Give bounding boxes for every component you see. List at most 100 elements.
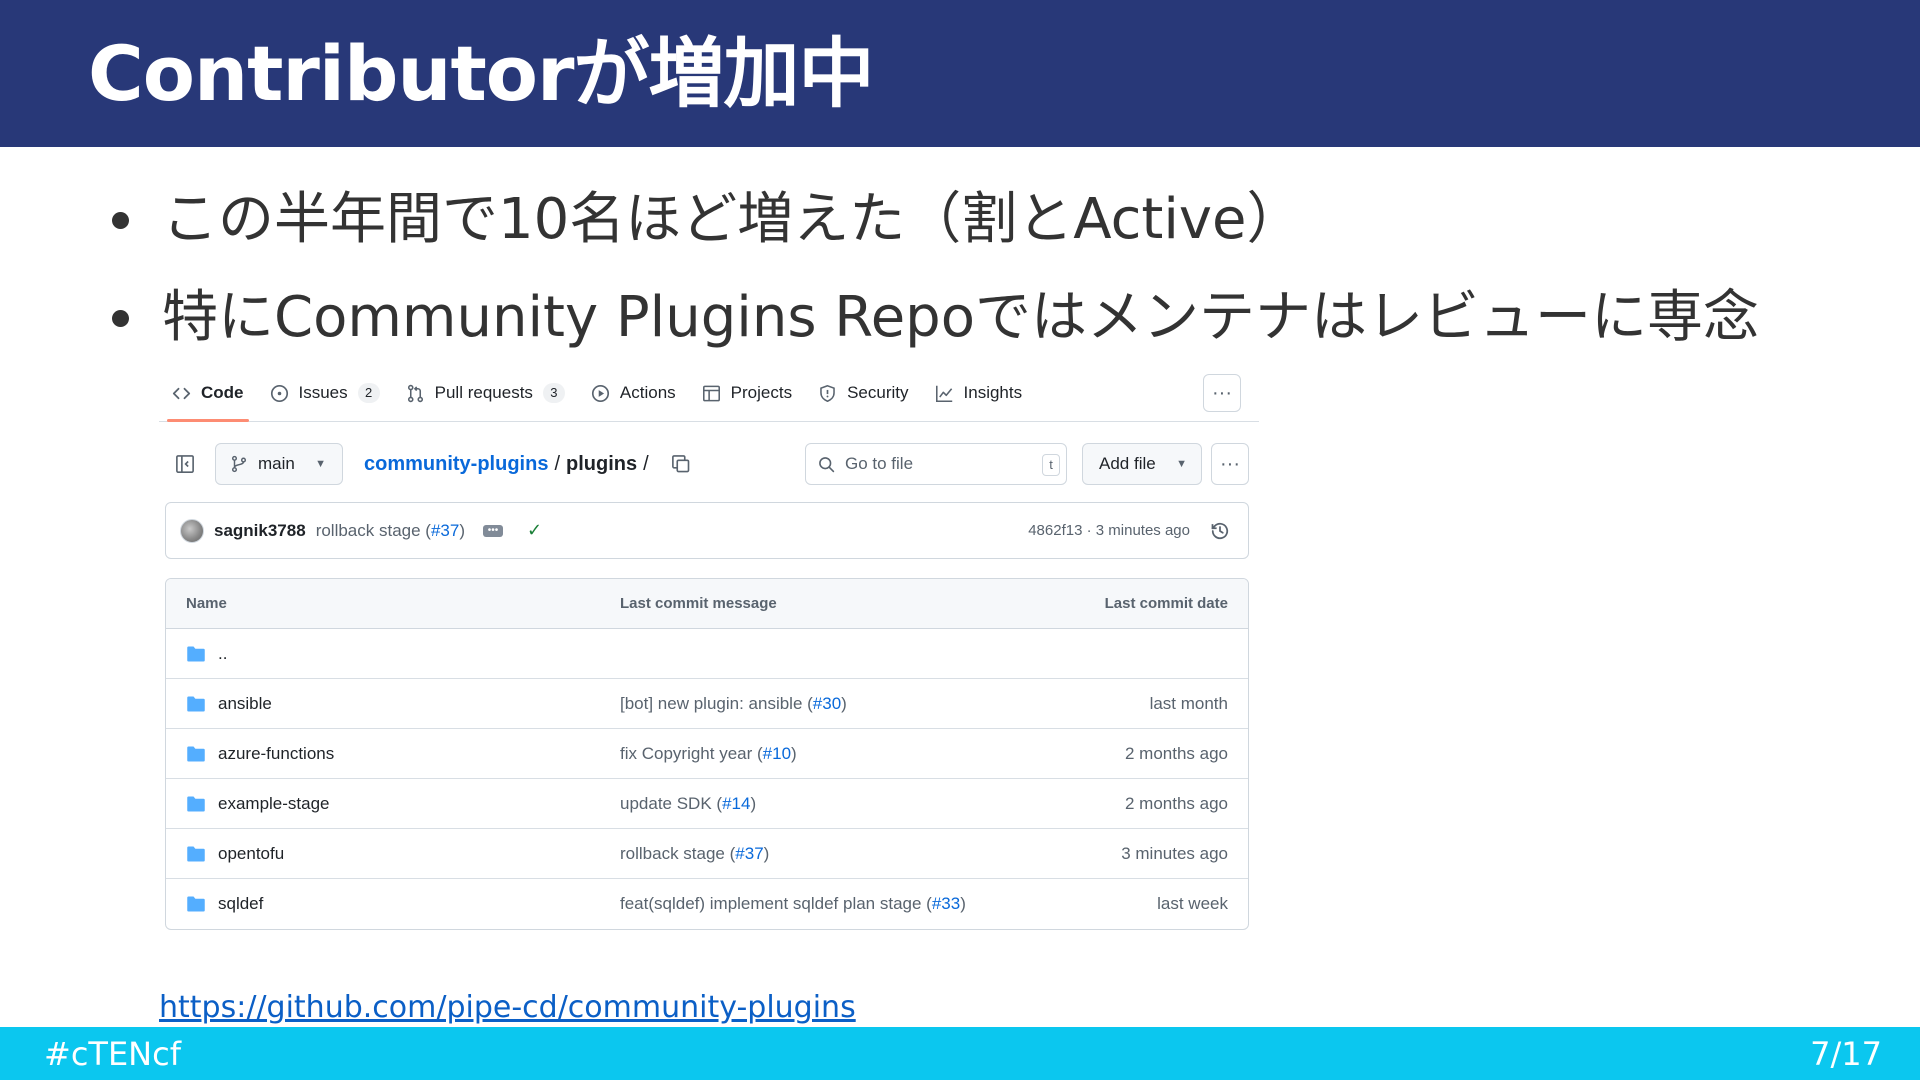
tab-projects[interactable]: Projects	[689, 365, 805, 421]
bullet-dot	[112, 211, 129, 229]
header-name: Name	[186, 595, 227, 612]
search-placeholder: Go to file	[845, 454, 914, 473]
go-to-file-input[interactable]: Go to file t	[805, 443, 1067, 485]
tab-label: Pull requests	[434, 383, 533, 402]
row-pr-link[interactable]: #37	[735, 844, 763, 863]
bullet-item: 特にCommunity Plugins Repoではメンテナはレビューに専念	[112, 278, 1892, 358]
page-indicator: 7/17	[1810, 1034, 1882, 1073]
slide-footer: #cTENcf 7/17	[0, 1027, 1920, 1080]
table-row[interactable]: opentofu rollback stage (#37) 3 minutes ag…	[166, 829, 1248, 879]
table-icon	[702, 385, 720, 401]
table-row[interactable]: azure-functions fix Copyright year (#10) 2…	[166, 729, 1248, 779]
row-pr-link[interactable]: #14	[722, 794, 750, 813]
row-commit-date: 3 minutes ago	[1121, 843, 1228, 863]
breadcrumb: community-plugins / plugins /	[364, 443, 691, 485]
row-commit-message[interactable]: update SDK (#14)	[620, 794, 756, 814]
tab-security[interactable]: Security	[805, 365, 921, 421]
avatar[interactable]	[180, 518, 204, 543]
tab-label: Projects	[730, 383, 793, 402]
row-pr-link[interactable]: #30	[813, 694, 841, 713]
row-commit-message[interactable]: rollback stage (#37)	[620, 844, 769, 864]
tab-actions[interactable]: Actions	[578, 365, 689, 421]
breadcrumb-current-dir: plugins	[566, 452, 638, 475]
file-name[interactable]: sqldef	[186, 894, 263, 914]
tab-insights[interactable]: Insights	[922, 365, 1036, 421]
keyboard-shortcut: t	[1042, 454, 1060, 476]
row-commit-message[interactable]: fix Copyright year (#10)	[620, 744, 797, 764]
commit-author[interactable]: sagnik3788	[214, 521, 306, 541]
issue-icon	[270, 384, 288, 402]
file-toolbar: main ▼ community-plugins / plugins / Go …	[159, 443, 1259, 485]
tab-label: Security	[847, 383, 909, 402]
tab-pull-requests[interactable]: Pull requests 3	[393, 365, 578, 421]
row-commit-message[interactable]: [bot] new plugin: ansible (#30)	[620, 694, 847, 714]
slide-title: Contributorが増加中	[88, 28, 874, 118]
more-options-button[interactable]: ···	[1211, 443, 1249, 485]
pull-requests-count: 3	[542, 383, 565, 403]
file-name[interactable]: ansible	[186, 694, 272, 714]
row-commit-date: 2 months ago	[1124, 743, 1228, 763]
code-icon	[172, 387, 191, 399]
table-row[interactable]: sqldef feat(sqldef) implement sqldef plan…	[166, 879, 1248, 929]
tab-label: Insights	[963, 383, 1023, 402]
commit-meta[interactable]: 4862f13 · 3 minutes ago	[1028, 522, 1190, 539]
bullet-item: この半年間で10名ほど増えた（割とActive）	[112, 180, 1892, 260]
folder-icon	[187, 846, 205, 861]
bullet-text: この半年間で10名ほど増えた（割とActive）	[162, 187, 1303, 252]
table-row[interactable]: ..	[166, 629, 1248, 679]
row-pr-link[interactable]: #10	[763, 744, 791, 763]
file-name[interactable]: azure-functions	[186, 744, 334, 764]
tab-issues[interactable]: Issues 2	[257, 365, 393, 421]
folder-icon	[187, 696, 205, 711]
more-tabs-button[interactable]: ···	[1203, 374, 1241, 412]
file-table: Name Last commit message Last commit dat…	[165, 578, 1249, 930]
header-last-commit-message: Last commit message	[620, 595, 777, 612]
chevron-down-icon: ▼	[1176, 458, 1187, 470]
search-icon	[819, 456, 835, 472]
slide-header: Contributorが増加中	[0, 0, 1920, 147]
file-name[interactable]: ..	[186, 644, 227, 664]
row-commit-date: last week	[1157, 894, 1228, 913]
row-commit-message[interactable]: feat(sqldef) implement sqldef plan stage…	[620, 894, 966, 914]
tab-code[interactable]: Code	[159, 365, 257, 422]
table-row[interactable]: ansible [bot] new plugin: ansible (#30) la…	[166, 679, 1248, 729]
table-header: Name Last commit message Last commit dat…	[166, 579, 1248, 629]
header-last-commit-date: Last commit date	[1104, 595, 1228, 612]
github-repo-screenshot: Code Issues 2 Pull requests 3 Actions Pr…	[159, 365, 1259, 940]
tab-label: Code	[201, 383, 244, 402]
breadcrumb-separator: /	[554, 452, 561, 475]
expand-commit-icon[interactable]: •••	[483, 524, 504, 537]
bullet-list: この半年間で10名ほど増えた（割とActive） 特にCommunity Plu…	[112, 180, 1892, 376]
tab-label: Issues	[298, 383, 348, 402]
history-button[interactable]	[1210, 521, 1230, 541]
row-commit-date: last month	[1149, 693, 1228, 713]
check-icon[interactable]: ✓	[527, 520, 542, 541]
commit-message[interactable]: rollback stage (#37)	[316, 521, 465, 541]
bullet-text: 特にCommunity Plugins Repoではメンテナはレビューに専念	[162, 285, 1759, 350]
sidebar-collapse-icon	[176, 455, 194, 473]
breadcrumb-separator: /	[643, 452, 649, 475]
branch-selector[interactable]: main ▼	[215, 443, 343, 485]
repo-nav-tabs: Code Issues 2 Pull requests 3 Actions Pr…	[159, 365, 1259, 422]
branch-icon	[231, 455, 247, 473]
graph-icon	[935, 385, 952, 402]
copy-icon	[671, 455, 689, 473]
file-name[interactable]: example-stage	[186, 794, 330, 814]
file-name[interactable]: opentofu	[186, 844, 284, 864]
folder-icon	[187, 796, 205, 811]
pull-request-icon	[407, 384, 423, 402]
play-icon	[591, 384, 609, 402]
footer-hashtag: #cTENcf	[44, 1034, 181, 1073]
shield-icon	[820, 384, 835, 402]
row-pr-link[interactable]: #33	[932, 894, 960, 913]
folder-icon	[187, 646, 205, 661]
repo-link[interactable]: https://github.com/pipe-cd/community-plu…	[159, 990, 856, 1026]
issues-count: 2	[357, 383, 380, 403]
copy-path-button[interactable]	[671, 454, 691, 474]
toggle-sidebar-button[interactable]	[169, 448, 201, 480]
commit-pr-link[interactable]: #37	[431, 521, 459, 540]
table-row[interactable]: example-stage update SDK (#14) 2 months ag…	[166, 779, 1248, 829]
add-file-button[interactable]: Add file ▼	[1082, 443, 1202, 485]
breadcrumb-repo-link[interactable]: community-plugins	[364, 453, 548, 476]
chevron-down-icon: ▼	[315, 458, 326, 470]
